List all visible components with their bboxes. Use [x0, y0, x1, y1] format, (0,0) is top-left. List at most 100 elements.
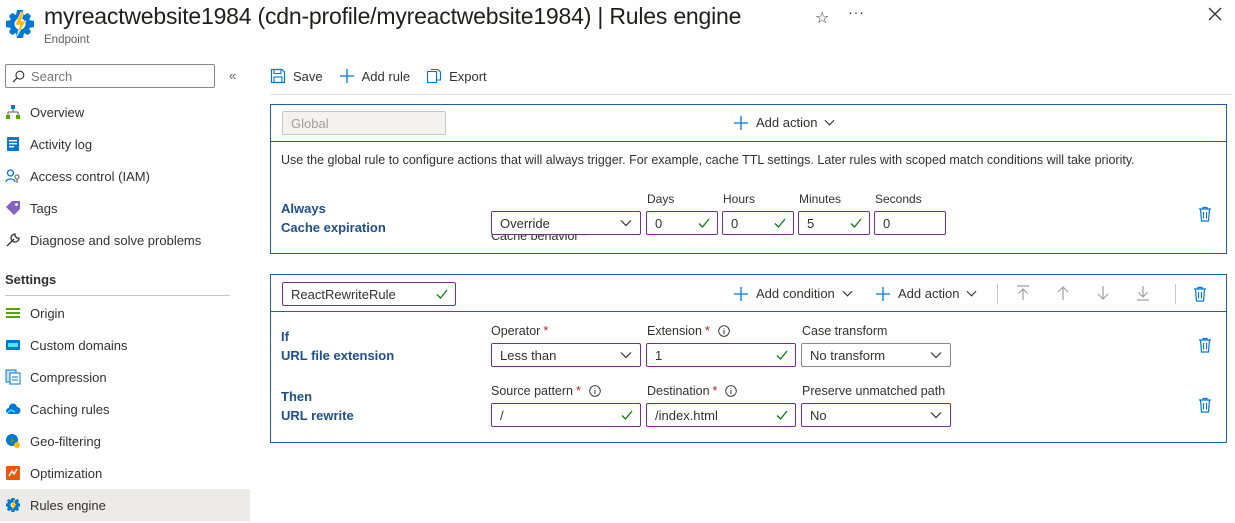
case-transform-label: Case transform [802, 324, 888, 338]
sidebar-item-label: Caching rules [30, 401, 110, 417]
save-label: Save [293, 68, 323, 84]
sidebar-item-activity-log[interactable]: Activity log [0, 128, 250, 160]
sidebar-item-diagnose[interactable]: Diagnose and solve problems [0, 224, 250, 256]
delete-action-icon[interactable] [1198, 397, 1212, 413]
hours-label: Hours [723, 192, 756, 206]
move-down-icon[interactable] [1096, 285, 1110, 301]
sidebar-item-geo-filtering[interactable]: Geo-filtering [0, 425, 250, 457]
more-options-icon[interactable]: ··· [848, 4, 865, 20]
sidebar-item-label: Activity log [30, 136, 93, 152]
rules-engine-gear-icon [6, 10, 34, 38]
sidebar-item-custom-domains[interactable]: Custom domains [0, 329, 250, 361]
sidebar-item-label: Overview [30, 104, 85, 120]
origin-icon [5, 305, 21, 321]
chevron-down-icon [824, 119, 835, 126]
valid-check-icon [621, 410, 633, 420]
global-rule-description: Use the global rule to configure actions… [281, 153, 1135, 167]
sidebar-item-rules-engine[interactable]: Rules engine [0, 489, 250, 521]
global-action-title: Cache expiration [281, 220, 386, 235]
add-condition-button[interactable]: Add condition [734, 286, 853, 301]
export-button[interactable]: Export [426, 68, 487, 84]
add-rule-label: Add rule [361, 68, 411, 84]
minutes-label: Minutes [799, 192, 842, 206]
cache-behavior-select[interactable]: Override [491, 211, 641, 235]
sidebar-item-label: Compression [30, 369, 107, 385]
sidebar-item-label: Access control (IAM) [30, 168, 150, 184]
delete-rule-icon[interactable] [1193, 286, 1207, 302]
export-icon [427, 68, 442, 84]
close-icon[interactable] [1207, 6, 1223, 22]
operator-label: Operator * [491, 324, 549, 338]
operator-select[interactable]: Less than [491, 343, 641, 367]
header-separator [997, 284, 998, 304]
toolbar-divider [270, 94, 1232, 95]
search-input[interactable] [31, 68, 201, 84]
plus-icon [339, 69, 354, 83]
move-up-icon[interactable] [1056, 285, 1070, 301]
delete-condition-icon[interactable] [1198, 337, 1212, 353]
save-button[interactable]: Save [270, 68, 323, 84]
valid-check-icon [774, 218, 786, 228]
days-label: Days [647, 192, 675, 206]
chevron-down-icon [966, 290, 977, 297]
sidebar-item-label: Tags [30, 200, 58, 216]
iam-icon [5, 168, 21, 184]
global-rule-header: Global Add action [271, 105, 1226, 142]
valid-check-icon [776, 350, 788, 360]
wrench-icon [5, 232, 21, 248]
sidebar-item-caching-rules[interactable]: Caching rules [0, 393, 250, 425]
valid-check-icon [698, 218, 710, 228]
delete-global-action-icon[interactable] [1198, 206, 1212, 222]
sidebar-item-label: Geo-filtering [30, 433, 101, 449]
globe-icon [5, 433, 21, 449]
case-transform-select[interactable]: No transform [801, 343, 951, 367]
sidebar-item-origin[interactable]: Origin [0, 297, 250, 329]
minutes-input[interactable]: 5 [798, 211, 870, 235]
favorite-star-icon[interactable]: ☆ [815, 8, 829, 28]
preserve-path-select[interactable]: No [801, 403, 951, 427]
settings-divider [5, 295, 230, 296]
search-icon [12, 70, 25, 82]
sidebar-item-optimization[interactable]: Optimization [0, 457, 250, 489]
save-icon [270, 68, 286, 84]
action-title: URL rewrite [281, 408, 354, 423]
info-icon[interactable] [718, 325, 730, 337]
chevron-down-icon [930, 412, 942, 419]
if-title: If [281, 329, 289, 344]
preserve-path-label: Preserve unmatched path [802, 384, 946, 398]
chevron-down-icon [930, 352, 942, 359]
sidebar-item-access-control[interactable]: Access control (IAM) [0, 160, 250, 192]
extension-input[interactable]: 1 [646, 343, 796, 367]
days-input[interactable]: 0 [646, 211, 718, 235]
sidebar-item-label: Optimization [30, 465, 103, 481]
sidebar-item-tags[interactable]: Tags [0, 192, 250, 224]
sidebar-search[interactable] [5, 64, 215, 88]
move-to-top-icon[interactable] [1016, 285, 1030, 301]
condition-title: URL file extension [281, 348, 395, 363]
chevron-down-icon [620, 352, 632, 359]
page-title: myreactwebsite1984 (cdn-profile/myreactw… [44, 3, 742, 29]
export-label: Export [449, 68, 487, 84]
rule-add-action-button[interactable]: Add action [876, 286, 977, 301]
activity-log-icon [5, 136, 21, 152]
plus-icon [734, 115, 748, 130]
collapse-sidebar-icon[interactable]: « [229, 68, 236, 83]
seconds-input[interactable]: 0 [874, 211, 946, 235]
chevron-down-icon [620, 220, 632, 227]
rule-name-input[interactable]: ReactRewriteRule [282, 282, 456, 306]
then-title: Then [281, 389, 313, 404]
global-add-action-button[interactable]: Add action [734, 115, 835, 130]
hours-input[interactable]: 0 [722, 211, 794, 235]
sidebar-item-compression[interactable]: Compression [0, 361, 250, 393]
sidebar-item-label: Origin [30, 305, 65, 321]
plus-icon [876, 286, 890, 301]
info-icon[interactable] [589, 385, 601, 397]
destination-input[interactable]: /index.html [646, 403, 796, 427]
move-to-bottom-icon[interactable] [1136, 285, 1150, 301]
info-icon[interactable] [725, 385, 738, 397]
source-pattern-input[interactable]: / [491, 403, 641, 427]
sidebar-item-overview[interactable]: Overview [0, 96, 250, 128]
destination-label: Destination * [647, 384, 738, 398]
add-rule-button[interactable]: Add rule [339, 68, 410, 84]
sidebar-item-label: Diagnose and solve problems [30, 232, 202, 248]
